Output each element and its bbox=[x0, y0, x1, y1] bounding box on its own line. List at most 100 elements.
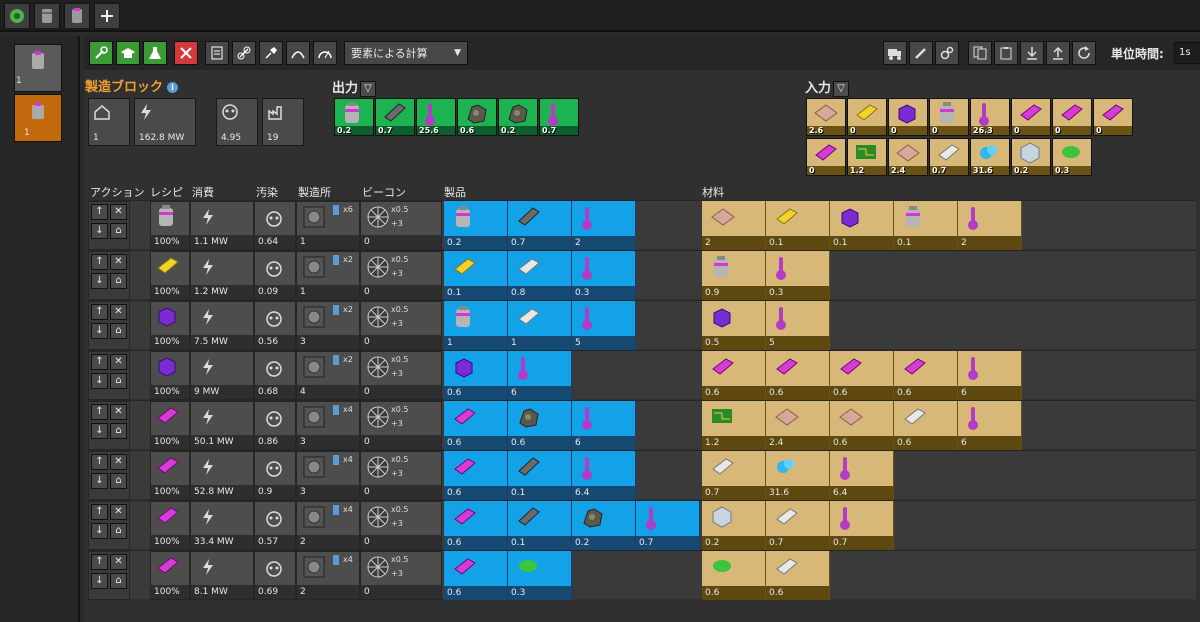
factory-view-icon[interactable]: ⌂ bbox=[110, 423, 127, 439]
remove-icon[interactable]: ✕ bbox=[110, 454, 127, 470]
product-item[interactable]: 0.1 bbox=[444, 251, 508, 300]
material-item[interactable]: 0.6 bbox=[894, 401, 958, 450]
move-up-icon[interactable]: ↑ bbox=[91, 254, 108, 270]
beacon-cell[interactable]: x0.5 +3 0 bbox=[360, 201, 442, 250]
item-chip[interactable]: 1.2 bbox=[847, 138, 887, 176]
move-down-icon[interactable]: ↓ bbox=[91, 473, 108, 489]
material-item[interactable]: 0.1 bbox=[830, 201, 894, 250]
refresh-icon[interactable] bbox=[1072, 41, 1096, 65]
download-icon[interactable] bbox=[1020, 41, 1044, 65]
recipe-cell[interactable]: 100% bbox=[150, 251, 190, 300]
pencil-icon[interactable] bbox=[909, 41, 933, 65]
product-item[interactable]: 6.4 bbox=[572, 451, 636, 500]
material-item[interactable]: 0.7 bbox=[766, 501, 830, 550]
move-down-icon[interactable]: ↓ bbox=[91, 323, 108, 339]
block-item-selected[interactable] bbox=[14, 94, 62, 142]
gauge-icon[interactable] bbox=[313, 41, 337, 65]
clipboard-icon[interactable] bbox=[994, 41, 1018, 65]
material-item[interactable]: 6 bbox=[958, 401, 1022, 450]
item-chip[interactable]: 0 bbox=[806, 138, 846, 176]
material-item[interactable]: 2.4 bbox=[766, 401, 830, 450]
product-item[interactable]: 0.3 bbox=[508, 551, 572, 600]
product-item[interactable]: 0.7 bbox=[636, 501, 700, 550]
factory-flask-icon[interactable] bbox=[143, 41, 167, 65]
material-item[interactable]: 0.7 bbox=[830, 501, 894, 550]
factory-view-icon[interactable]: ⌂ bbox=[110, 473, 127, 489]
product-item[interactable]: 0.6 bbox=[444, 551, 508, 600]
material-item[interactable]: 6 bbox=[958, 351, 1022, 400]
recipe-cell[interactable]: 100% bbox=[150, 551, 190, 600]
item-chip[interactable]: 0.2 bbox=[498, 98, 538, 136]
product-item[interactable]: 0.2 bbox=[444, 201, 508, 250]
material-item[interactable]: 0.7 bbox=[702, 451, 766, 500]
plus-icon[interactable] bbox=[94, 3, 120, 29]
green-cycle-icon[interactable] bbox=[4, 3, 30, 29]
recipe-cell[interactable]: 100% bbox=[150, 401, 190, 450]
arc-icon[interactable] bbox=[286, 41, 310, 65]
remove-icon[interactable]: ✕ bbox=[110, 504, 127, 520]
product-item[interactable]: 0.2 bbox=[572, 501, 636, 550]
factory-view-icon[interactable]: ⌂ bbox=[110, 223, 127, 239]
product-item[interactable]: 0.1 bbox=[508, 501, 572, 550]
product-item[interactable]: 0.6 bbox=[508, 401, 572, 450]
item-chip[interactable]: 25.6 bbox=[416, 98, 456, 136]
item-chip[interactable]: 0.7 bbox=[375, 98, 415, 136]
move-up-icon[interactable]: ↑ bbox=[91, 454, 108, 470]
material-item[interactable]: 0.6 bbox=[894, 351, 958, 400]
factory-cell[interactable]: x2 4 bbox=[296, 351, 360, 400]
recipe-cell[interactable]: 100% bbox=[150, 201, 190, 250]
wrench-icon[interactable] bbox=[89, 41, 113, 65]
remove-icon[interactable]: ✕ bbox=[110, 304, 127, 320]
material-item[interactable]: 0.6 bbox=[830, 351, 894, 400]
item-chip[interactable]: 0 bbox=[847, 98, 887, 136]
item-chip[interactable]: 0.6 bbox=[457, 98, 497, 136]
beacon-cell[interactable]: x0.5 +3 0 bbox=[360, 401, 442, 450]
product-item[interactable]: 1 bbox=[444, 301, 508, 350]
factory-view-icon[interactable]: ⌂ bbox=[110, 273, 127, 289]
factory-view-icon[interactable]: ⌂ bbox=[110, 523, 127, 539]
factory-view-icon[interactable]: ⌂ bbox=[110, 323, 127, 339]
factory-cell[interactable]: x2 3 bbox=[296, 301, 360, 350]
product-item[interactable]: 0.6 bbox=[444, 401, 508, 450]
barrel-icon[interactable] bbox=[64, 3, 90, 29]
item-chip[interactable]: 0 bbox=[1052, 98, 1092, 136]
beacon-cell[interactable]: x0.5 +3 0 bbox=[360, 451, 442, 500]
material-item[interactable]: 2 bbox=[702, 201, 766, 250]
item-chip[interactable]: 2.6 bbox=[806, 98, 846, 136]
item-chip[interactable]: 0.2 bbox=[334, 98, 374, 136]
beacon-cell[interactable]: x0.5 +3 0 bbox=[360, 501, 442, 550]
material-item[interactable]: 2 bbox=[958, 201, 1022, 250]
material-item[interactable]: 0.6 bbox=[702, 551, 766, 600]
item-chip[interactable]: 0 bbox=[1011, 98, 1051, 136]
material-item[interactable]: 0.6 bbox=[830, 401, 894, 450]
factory-cell[interactable]: x2 1 bbox=[296, 251, 360, 300]
recipe-cell[interactable]: 100% bbox=[150, 501, 190, 550]
barrel-icon[interactable] bbox=[34, 3, 60, 29]
beacon-cell[interactable]: x0.5 +3 0 bbox=[360, 551, 442, 600]
remove-icon[interactable]: ✕ bbox=[110, 354, 127, 370]
material-item[interactable]: 0.6 bbox=[702, 351, 766, 400]
beacon-cell[interactable]: x0.5 +3 0 bbox=[360, 351, 442, 400]
remove-icon[interactable]: ✕ bbox=[110, 554, 127, 570]
remove-icon[interactable]: ✕ bbox=[110, 254, 127, 270]
product-item[interactable]: 0.6 bbox=[444, 351, 508, 400]
pin-icon[interactable] bbox=[259, 41, 283, 65]
factory-cell[interactable]: x4 3 bbox=[296, 401, 360, 450]
filter-icon[interactable]: ▽ bbox=[833, 80, 850, 97]
factory-cell[interactable]: x4 3 bbox=[296, 451, 360, 500]
item-chip[interactable]: 0.7 bbox=[539, 98, 579, 136]
move-up-icon[interactable]: ↑ bbox=[91, 554, 108, 570]
material-item[interactable]: 31.6 bbox=[766, 451, 830, 500]
product-item[interactable]: 6 bbox=[508, 351, 572, 400]
factory-view-icon[interactable]: ⌂ bbox=[110, 573, 127, 589]
move-up-icon[interactable]: ↑ bbox=[91, 204, 108, 220]
material-item[interactable]: 6.4 bbox=[830, 451, 894, 500]
move-down-icon[interactable]: ↓ bbox=[91, 223, 108, 239]
material-item[interactable]: 0.9 bbox=[702, 251, 766, 300]
product-item[interactable]: 0.8 bbox=[508, 251, 572, 300]
product-item[interactable]: 0.6 bbox=[444, 451, 508, 500]
document-icon[interactable] bbox=[205, 41, 229, 65]
product-item[interactable]: 5 bbox=[572, 301, 636, 350]
product-item[interactable]: 2 bbox=[572, 201, 636, 250]
product-item[interactable]: 0.1 bbox=[508, 451, 572, 500]
